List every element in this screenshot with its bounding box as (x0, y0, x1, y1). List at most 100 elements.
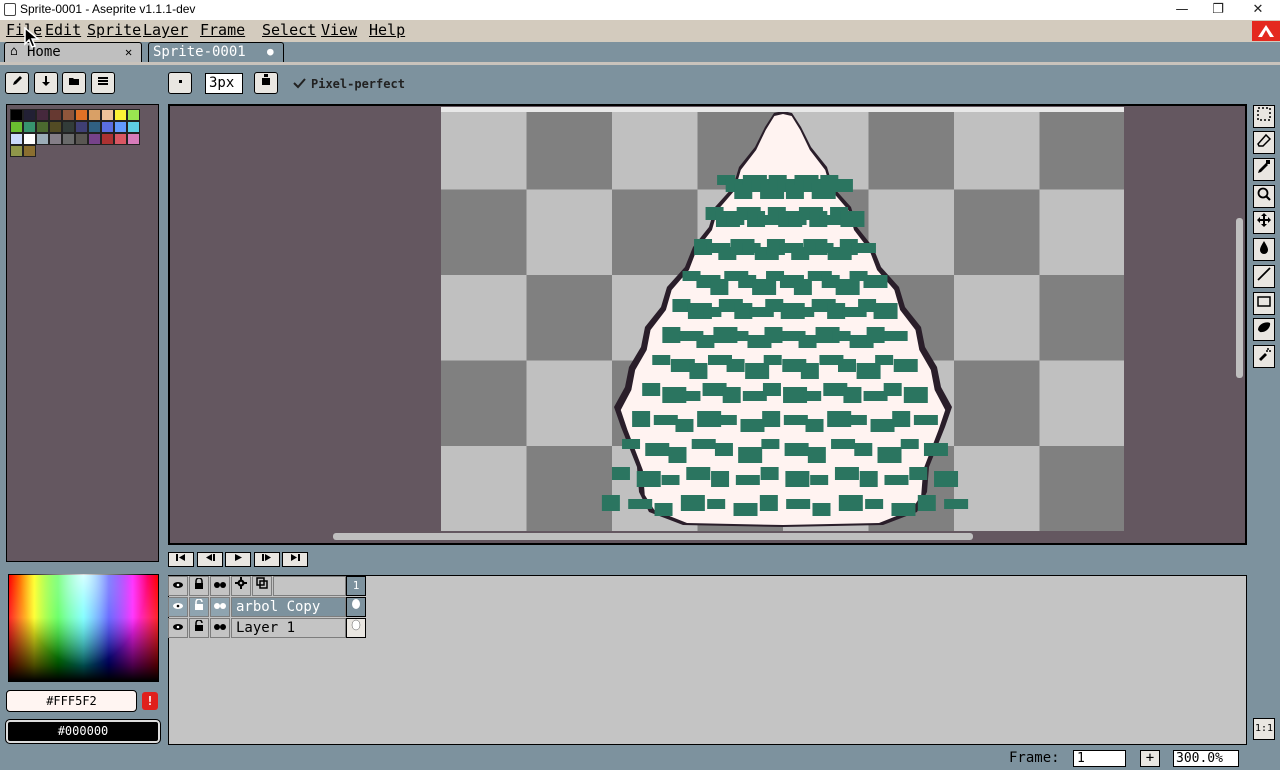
layer-name-arbol-copy[interactable]: arbol Copy (231, 597, 346, 617)
line-tool-button[interactable] (1253, 265, 1275, 288)
palette-swatch[interactable] (62, 109, 75, 121)
eyedropper-tool-button[interactable] (1253, 158, 1275, 181)
frame-header-1[interactable]: 1 (346, 576, 366, 596)
palette-swatch[interactable] (49, 133, 62, 145)
menu-edit[interactable]: Edit (45, 21, 81, 39)
menu-view[interactable]: View (321, 21, 357, 39)
canvas-top-edge (441, 107, 1124, 112)
menu-layer[interactable]: Layer (143, 21, 188, 39)
toggle-continuous-header[interactable] (210, 576, 230, 596)
sort-palette-button[interactable] (34, 72, 58, 94)
tab-sprite[interactable]: Sprite-0001 ● (148, 42, 284, 62)
restore-button[interactable]: ❐ (1198, 0, 1238, 20)
menu-sprite[interactable]: Sprite (87, 21, 141, 39)
menu-help[interactable]: Help (369, 21, 405, 39)
cel-arbol-copy-frame-1[interactable] (346, 597, 366, 617)
palette-swatch[interactable] (23, 133, 36, 145)
contour-tool-button[interactable] (1253, 318, 1275, 341)
palette-swatch[interactable] (101, 109, 114, 121)
palette-swatch[interactable] (75, 121, 88, 133)
palette-swatch[interactable] (62, 121, 75, 133)
menu-frame[interactable]: Frame (200, 21, 245, 39)
previous-frame-button[interactable] (197, 552, 223, 567)
continuous-cels-icon (214, 582, 226, 588)
palette-swatch[interactable] (101, 121, 114, 133)
palette-swatch[interactable] (10, 145, 23, 157)
palette-presets-button[interactable] (62, 72, 86, 94)
next-frame-button[interactable] (254, 552, 280, 567)
brush-type-button[interactable] (168, 72, 192, 94)
first-frame-icon (176, 554, 185, 561)
palette-swatch[interactable] (114, 133, 127, 145)
palette-swatch[interactable] (88, 109, 101, 121)
palette-swatch[interactable] (101, 133, 114, 145)
pencil-mode-button[interactable] (5, 72, 29, 94)
rectangle-tool-button[interactable] (1253, 292, 1275, 315)
palette-swatch[interactable] (127, 109, 140, 121)
palette-swatch[interactable] (36, 133, 49, 145)
timeline-settings-header[interactable] (231, 576, 251, 596)
pixel-perfect-checkbox[interactable] (293, 77, 306, 92)
layer-continuous-toggle[interactable] (210, 597, 230, 617)
horizontal-scrollbar[interactable] (333, 533, 973, 540)
sprite-canvas[interactable] (441, 107, 1124, 531)
palette-swatch[interactable] (10, 109, 23, 121)
last-frame-button[interactable] (282, 552, 308, 567)
palette-options-button[interactable] (91, 72, 115, 94)
brush-size-input[interactable]: 3px (205, 73, 243, 94)
palette-swatch[interactable] (114, 121, 127, 133)
palette-swatch[interactable] (88, 133, 101, 145)
zoom-level-input[interactable]: 300.0% (1173, 750, 1239, 767)
cel-layer-1-frame-1[interactable] (346, 618, 366, 638)
palette-swatch[interactable] (36, 121, 49, 133)
palette-swatch[interactable] (23, 145, 36, 157)
palette-swatch[interactable] (62, 133, 75, 145)
modified-dot-icon[interactable]: ● (267, 43, 274, 61)
paint-bucket-tool-button[interactable] (1253, 238, 1275, 261)
toggle-lock-header[interactable] (189, 576, 209, 596)
palette-swatch[interactable] (23, 121, 36, 133)
background-color-button[interactable]: #000000 (5, 719, 161, 744)
layer-lock-toggle[interactable] (189, 597, 209, 617)
toggle-visibility-header[interactable] (168, 576, 188, 596)
close-button[interactable]: ✕ (1238, 0, 1278, 20)
spray-tool-button[interactable] (1253, 345, 1275, 368)
palette-swatch[interactable] (127, 121, 140, 133)
ink-type-button[interactable] (254, 72, 278, 94)
menu-select[interactable]: Select (262, 21, 316, 39)
palette-swatch[interactable] (75, 109, 88, 121)
continuous-cels-icon (214, 603, 226, 609)
close-icon[interactable]: ✕ (125, 43, 132, 61)
palette-swatch[interactable] (49, 121, 62, 133)
move-tool-button[interactable] (1253, 211, 1275, 234)
warning-icon[interactable]: ! (142, 692, 158, 710)
palette-swatch[interactable] (75, 133, 88, 145)
layer-continuous-toggle[interactable] (210, 618, 230, 638)
palette-swatch[interactable] (114, 109, 127, 121)
cel-dot-icon (352, 599, 360, 609)
vertical-scrollbar[interactable] (1236, 218, 1243, 378)
palette-swatch[interactable] (49, 109, 62, 121)
first-frame-button[interactable] (168, 552, 194, 567)
zoom-tool-button[interactable] (1253, 185, 1275, 208)
layer-lock-toggle[interactable] (189, 618, 209, 638)
palette-swatch[interactable] (10, 121, 23, 133)
palette-swatch[interactable] (88, 121, 101, 133)
play-button[interactable] (225, 552, 251, 567)
layer-visibility-toggle[interactable] (168, 618, 188, 638)
marquee-tool-button[interactable] (1253, 105, 1275, 128)
foreground-color-button[interactable]: #FFF5F2 (6, 690, 137, 712)
layer-name-layer-1[interactable]: Layer 1 (231, 618, 346, 638)
add-frame-button[interactable]: + (1140, 750, 1160, 767)
frame-number-input[interactable]: 1 (1073, 750, 1126, 767)
actual-size-button[interactable]: 1:1 (1253, 718, 1275, 740)
palette-swatch[interactable] (10, 133, 23, 145)
eraser-tool-button[interactable] (1253, 131, 1275, 154)
onion-skin-header[interactable] (252, 576, 272, 596)
layer-visibility-toggle[interactable] (168, 597, 188, 617)
palette-swatch[interactable] (36, 109, 49, 121)
palette-swatch[interactable] (23, 109, 36, 121)
magnifier-icon (1257, 187, 1271, 201)
minimize-button[interactable]: — (1162, 0, 1202, 20)
palette-swatch[interactable] (127, 133, 140, 145)
